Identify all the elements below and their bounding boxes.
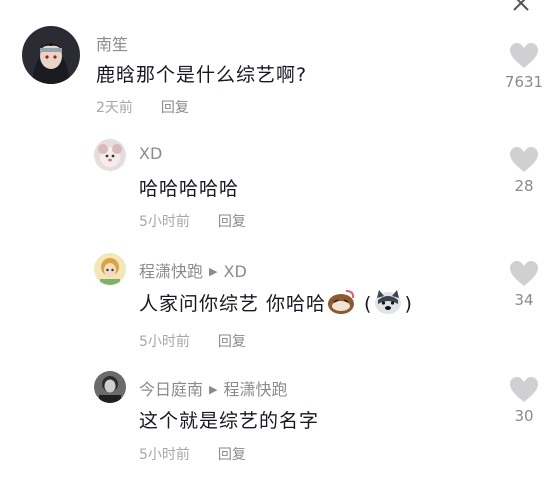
- heart-icon: [510, 147, 538, 172]
- reply-username-link[interactable]: 今日庭南: [139, 380, 203, 399]
- reply-button[interactable]: 回复: [218, 334, 246, 350]
- reply-meta: 5小时前 回复: [139, 444, 246, 464]
- laughing-emoji-icon: [326, 289, 356, 320]
- comment-meta: 2天前 回复: [96, 97, 189, 117]
- reply-button[interactable]: 回复: [161, 100, 189, 116]
- comment-username[interactable]: 南笙: [96, 31, 128, 55]
- comment-time: 2天前: [96, 100, 133, 116]
- like-button[interactable]: 34: [494, 260, 550, 309]
- avatar[interactable]: [94, 139, 126, 171]
- triangle-right-icon: ▶: [209, 265, 218, 278]
- triangle-right-icon: ▶: [209, 383, 218, 396]
- avatar[interactable]: [94, 371, 126, 403]
- reply-text: 哈哈哈哈哈: [139, 178, 240, 200]
- reply-username-link[interactable]: 程潇快跑: [139, 262, 203, 281]
- reply-time: 5小时前: [139, 334, 190, 350]
- close-icon[interactable]: [510, 0, 532, 14]
- reply-meta: 5小时前 回复: [139, 331, 246, 351]
- avatar[interactable]: [94, 253, 126, 285]
- reply-to-username[interactable]: 程潇快跑: [223, 380, 287, 399]
- text-paren-close: ): [404, 293, 413, 315]
- reply-meta: 5小时前 回复: [139, 211, 246, 231]
- like-button[interactable]: 7631: [494, 42, 550, 91]
- reply-button[interactable]: 回复: [218, 447, 246, 463]
- reply-button[interactable]: 回复: [218, 214, 246, 230]
- like-button[interactable]: 30: [494, 376, 550, 425]
- heart-icon: [510, 377, 538, 402]
- reply-username: 程潇快跑 ▶ XD: [139, 258, 247, 282]
- reply-time: 5小时前: [139, 447, 190, 463]
- reply-username: 今日庭南 ▶ 程潇快跑: [139, 376, 288, 400]
- like-count: 30: [514, 407, 534, 425]
- heart-icon: [510, 43, 538, 68]
- husky-emoji-icon: [372, 288, 404, 321]
- reply-time: 5小时前: [139, 214, 190, 230]
- reply-text: 这个就是综艺的名字: [139, 410, 320, 432]
- comment-text: 鹿晗那个是什么综艺啊?: [96, 64, 308, 86]
- like-count: 7631: [504, 73, 544, 91]
- avatar[interactable]: [22, 26, 80, 84]
- like-button[interactable]: 28: [494, 146, 550, 195]
- reply-username[interactable]: XD: [139, 144, 162, 163]
- text-paren-open: (: [364, 293, 373, 315]
- heart-icon: [510, 261, 538, 286]
- like-count: 28: [514, 177, 534, 195]
- reply-to-username[interactable]: XD: [223, 262, 246, 281]
- reply-text: 人家问你综艺 你哈哈 ( ): [139, 288, 413, 321]
- reply-text-body: 人家问你综艺 你哈哈: [139, 293, 327, 315]
- like-count: 34: [514, 291, 534, 309]
